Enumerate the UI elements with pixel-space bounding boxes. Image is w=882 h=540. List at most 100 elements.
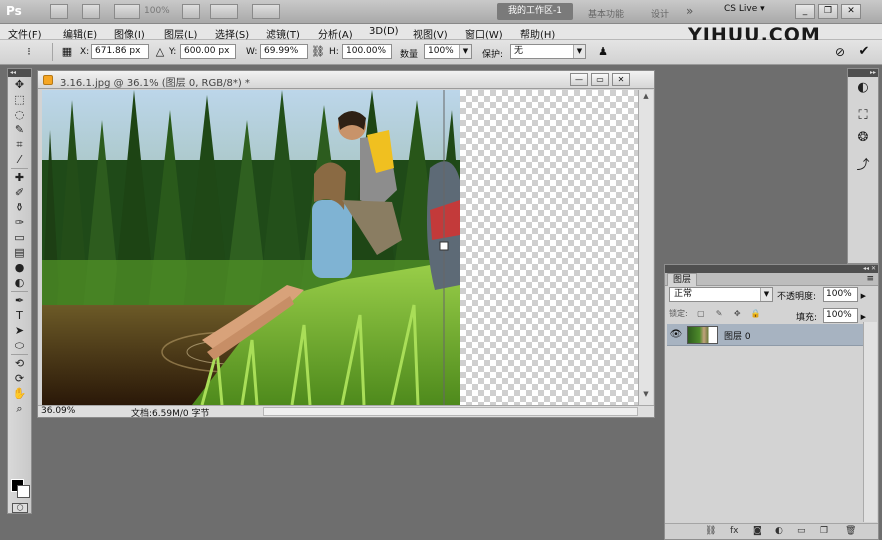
blend-mode-dropdown[interactable]: 正常 ▼ [669, 287, 773, 302]
menu-layer[interactable]: 图层(L) [164, 26, 197, 41]
new-layer-icon[interactable]: ❐ [820, 526, 828, 536]
menu-3d[interactable]: 3D(D) [369, 26, 399, 37]
lock-pixels-icon[interactable]: ✎ [713, 309, 725, 320]
shape-tool-icon[interactable]: ⬭ [8, 338, 31, 353]
menu-analysis[interactable]: 分析(A) [318, 26, 353, 41]
document-minimize-button[interactable]: — [570, 73, 588, 86]
cancel-transform-icon[interactable]: ⊘ [833, 45, 847, 59]
tab-layers[interactable]: 图层 [667, 273, 698, 286]
more-workspaces-icon[interactable]: » [686, 4, 693, 18]
delta-icon[interactable]: △ [153, 45, 167, 59]
paths-panel-icon[interactable]: ⤴ [848, 155, 878, 177]
lasso-tool-icon[interactable]: ◌ [8, 107, 31, 122]
zoom-percentage-field[interactable]: 36.09% [41, 406, 75, 416]
close-button[interactable]: ✕ [841, 4, 861, 19]
link-icon[interactable]: ⛓ [311, 45, 325, 59]
workspace-design[interactable]: 设计 [651, 7, 669, 20]
workspace-essentials[interactable]: 基本功能 [588, 7, 624, 20]
quantity-input[interactable]: 100% ▼ [424, 44, 472, 59]
blur-tool-icon[interactable]: ● [8, 260, 31, 275]
menu-filter[interactable]: 滤镜(T) [266, 26, 300, 41]
chevron-down-icon[interactable]: ▶ [861, 290, 866, 303]
panel-grip[interactable]: ◂◂ [8, 69, 31, 77]
protect-skin-icon[interactable]: ♟ [596, 45, 610, 59]
adjustment-layer-icon[interactable]: ◐ [775, 526, 783, 536]
scroll-down-icon[interactable]: ▼ [641, 390, 651, 400]
y-position-input[interactable]: 600.00 px [180, 44, 236, 59]
view-extras-button[interactable] [114, 4, 140, 19]
hand-tool-icon[interactable]: ✋ [8, 386, 31, 401]
image-canvas[interactable] [42, 90, 638, 405]
healing-brush-tool-icon[interactable]: ✚ [8, 170, 31, 185]
commit-transform-icon[interactable]: ✔ [857, 45, 871, 59]
panel-menu-icon[interactable]: ≡ [866, 274, 874, 284]
adjustments-panel-icon[interactable]: ◐ [848, 77, 878, 99]
tool-preset-icon[interactable]: ⁝ [22, 45, 36, 59]
zoom-tool-icon[interactable]: ⌕ [8, 401, 31, 416]
quick-mask-icon[interactable]: ◯ [12, 503, 28, 513]
document-maximize-button[interactable]: ▭ [591, 73, 609, 86]
zoom-level-dropdown[interactable]: 100% [144, 6, 170, 16]
hand-tool-button[interactable] [182, 4, 200, 19]
eyedropper-tool-icon[interactable]: ⁄ [8, 152, 31, 167]
reference-point-icon[interactable]: ▦ [60, 45, 74, 59]
eraser-tool-icon[interactable]: ▭ [8, 230, 31, 245]
lock-all-icon[interactable]: 🔒 [749, 309, 761, 320]
menu-window[interactable]: 窗口(W) [465, 26, 503, 41]
menu-edit[interactable]: 编辑(E) [63, 26, 97, 41]
cs-live-button[interactable]: CS Live ▾ [724, 4, 765, 14]
layer-row[interactable]: 👁 图层 0 [667, 324, 863, 346]
transparent-area[interactable] [460, 90, 638, 405]
3d-orbit-tool-icon[interactable]: ⟳ [8, 371, 31, 386]
layers-scrollbar[interactable] [863, 322, 877, 522]
layer-name[interactable]: 图层 0 [724, 329, 751, 342]
menu-help[interactable]: 帮助(H) [520, 26, 555, 41]
masks-panel-icon[interactable]: ⛶ [848, 105, 878, 127]
pen-tool-icon[interactable]: ✒ [8, 293, 31, 308]
workspace-my-workspace[interactable]: 我的工作区-1 [497, 3, 573, 20]
dodge-tool-icon[interactable]: ◐ [8, 275, 31, 290]
quick-select-tool-icon[interactable]: ✎ [8, 122, 31, 137]
history-brush-tool-icon[interactable]: ✑ [8, 215, 31, 230]
panel-grip[interactable]: ◂◂ ✕ [665, 265, 878, 273]
layer-style-icon[interactable]: fx [730, 526, 739, 536]
marquee-tool-icon[interactable]: ⬚ [8, 92, 31, 107]
crop-tool-icon[interactable]: ⌗ [8, 137, 31, 152]
3d-rotate-tool-icon[interactable]: ⟲ [8, 356, 31, 371]
opacity-input[interactable]: 100% ▶ [823, 287, 866, 302]
link-layers-icon[interactable]: ⛓ [705, 526, 716, 536]
new-group-icon[interactable]: ▭ [797, 526, 806, 536]
document-close-icon[interactable] [43, 75, 53, 85]
lock-position-icon[interactable]: ✥ [731, 309, 743, 320]
panel-grip[interactable]: ▸▸ [848, 69, 878, 77]
menu-file[interactable]: 文件(F) [8, 26, 42, 41]
x-position-input[interactable]: 671.86 px [91, 44, 149, 59]
minimize-button[interactable]: _ [795, 4, 815, 19]
type-tool-icon[interactable]: T [8, 308, 31, 323]
width-input[interactable]: 69.99% [260, 44, 308, 59]
brush-tool-icon[interactable]: ✐ [8, 185, 31, 200]
screen-mode-button[interactable] [252, 4, 280, 19]
background-color-swatch[interactable] [17, 485, 30, 498]
arrange-documents-button[interactable] [210, 4, 238, 19]
scroll-up-icon[interactable]: ▲ [641, 92, 651, 102]
add-mask-icon[interactable]: ◙ [753, 526, 762, 536]
lock-transparent-icon[interactable]: ▢ [695, 309, 707, 320]
mini-bridge-button[interactable] [82, 4, 100, 19]
delete-layer-icon[interactable]: 🗑 [845, 526, 856, 536]
menu-select[interactable]: 选择(S) [215, 26, 249, 41]
gradient-tool-icon[interactable]: ▤ [8, 245, 31, 260]
fill-input[interactable]: 100% ▶ [823, 308, 866, 323]
vertical-scrollbar[interactable]: ▲ ▼ [638, 90, 653, 405]
protect-dropdown[interactable]: 无 ▼ [510, 44, 586, 59]
path-selection-tool-icon[interactable]: ➤ [8, 323, 31, 338]
menu-image[interactable]: 图像(I) [114, 26, 145, 41]
height-input[interactable]: 100.00% [342, 44, 392, 59]
bridge-button[interactable] [50, 4, 68, 19]
channels-panel-icon[interactable]: ❂ [848, 127, 878, 149]
restore-button[interactable]: ❐ [818, 4, 838, 19]
move-tool-icon[interactable]: ✥ [8, 77, 31, 92]
visibility-eye-icon[interactable]: 👁 [669, 328, 683, 342]
document-tab[interactable]: 3.16.1.jpg @ 36.1% (图层 0, RGB/8*) * — ▭ … [38, 71, 654, 89]
document-close-button[interactable]: ✕ [612, 73, 630, 86]
